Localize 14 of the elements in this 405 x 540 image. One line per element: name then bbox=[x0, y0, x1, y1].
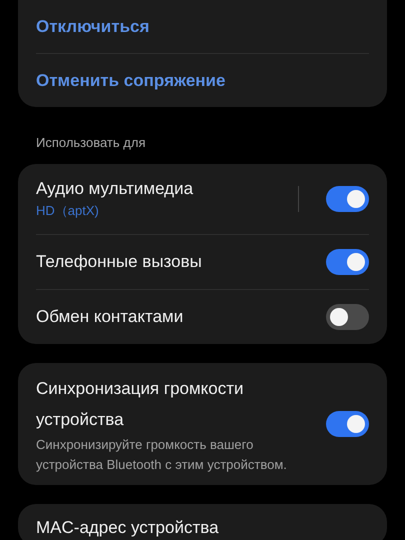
action-link[interactable]: Отменить сопряжение bbox=[18, 54, 387, 107]
action-link[interactable]: Отключиться bbox=[18, 0, 387, 53]
profile-label[interactable]: Обмен контактами bbox=[36, 307, 184, 327]
toggle-switch[interactable] bbox=[326, 411, 369, 437]
section-title: Использовать для bbox=[35, 135, 146, 150]
toggle-switch[interactable] bbox=[326, 186, 369, 212]
setting-title[interactable]: Синхронизация громкости устройства bbox=[36, 373, 286, 435]
toggle-switch[interactable] bbox=[326, 304, 369, 330]
toggle-switch[interactable] bbox=[326, 249, 369, 275]
profile-label[interactable]: Телефонные вызовы bbox=[36, 252, 202, 272]
codec-label: HD（aptX) bbox=[36, 202, 99, 220]
setting-title: MAC-адрес устройства bbox=[36, 518, 219, 537]
setting-description: Синхронизируйте громкость вашего устройства Bluetooth с этим устройством. bbox=[36, 436, 288, 474]
profile-label[interactable]: Аудио мультимедиа bbox=[36, 178, 194, 198]
